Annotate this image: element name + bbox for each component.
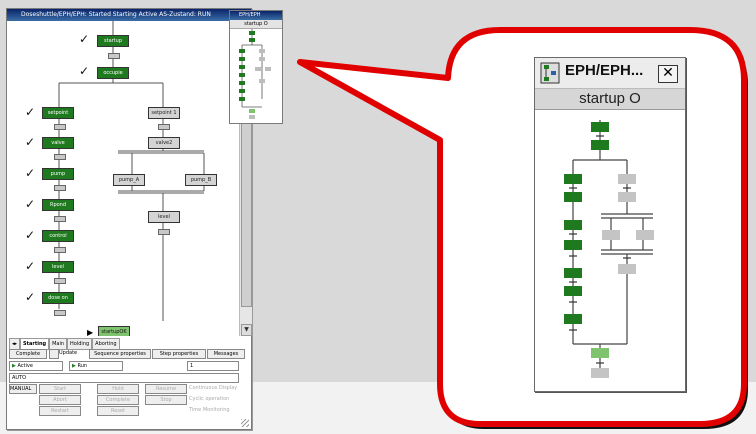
close-icon[interactable]: ✕ (658, 65, 678, 83)
zoom-step-active (591, 140, 609, 150)
zoomed-window-header: startup O (535, 89, 685, 110)
app-icon (540, 62, 560, 84)
zoomed-title-bar[interactable]: EPH/EPH... ✕ (535, 58, 685, 89)
overview-window-zoomed: EPH/EPH... ✕ startup O (534, 57, 686, 392)
zoom-step-active (591, 122, 609, 132)
zoomed-sequence-diagram (564, 120, 654, 378)
zoomed-window-title: EPH/EPH... (565, 62, 644, 79)
zoom-step-ready (591, 348, 609, 358)
